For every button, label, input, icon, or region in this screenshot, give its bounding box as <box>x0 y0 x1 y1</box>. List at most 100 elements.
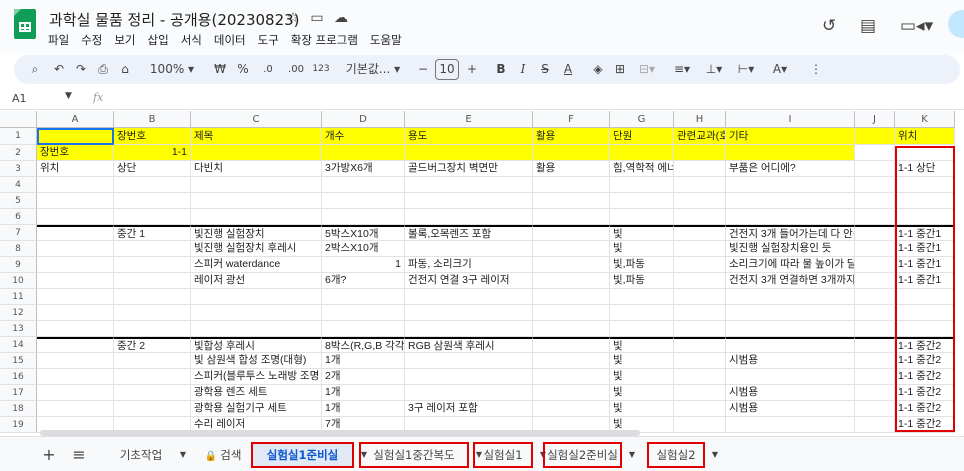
currency-format-button[interactable]: ₩ <box>213 55 227 84</box>
cell-A18[interactable] <box>37 401 114 417</box>
row-header-12[interactable]: 12 <box>0 305 37 321</box>
cell-C12[interactable] <box>191 305 322 321</box>
cell-B11[interactable] <box>114 289 191 305</box>
cell-D14[interactable]: 8박스(R,G,B 각각 <box>322 337 405 353</box>
row-header-19[interactable]: 19 <box>0 417 37 433</box>
row-header-16[interactable]: 16 <box>0 369 37 385</box>
cell-D18[interactable]: 1개 <box>322 401 405 417</box>
cell-E1[interactable]: 용도 <box>405 128 533 145</box>
column-header-D[interactable]: D <box>322 111 405 128</box>
cell-A14[interactable] <box>37 337 114 353</box>
cell-K19[interactable]: 1-1 중간2 <box>895 417 955 433</box>
comments-icon[interactable]: ▤ <box>860 16 876 36</box>
cell-I17[interactable]: 시범용 <box>726 385 855 401</box>
cell-K5[interactable] <box>895 193 955 209</box>
sheet-tab-menu-icon[interactable]: ▼ <box>627 442 637 468</box>
cell-I19[interactable] <box>726 417 855 433</box>
cell-C14[interactable]: 빛합성 후레시 <box>191 337 322 353</box>
row-header-18[interactable]: 18 <box>0 401 37 417</box>
cell-G11[interactable] <box>610 289 674 305</box>
paint-format-icon[interactable]: ⌂ <box>116 55 134 84</box>
cell-G6[interactable] <box>610 209 674 225</box>
font-size-input[interactable]: 10 <box>435 59 459 80</box>
cell-I4[interactable] <box>726 177 855 193</box>
cell-G16[interactable]: 빛 <box>610 369 674 385</box>
cell-F8[interactable] <box>533 241 610 257</box>
column-header-C[interactable]: C <box>191 111 322 128</box>
cell-G12[interactable] <box>610 305 674 321</box>
cell-E2[interactable] <box>405 145 533 161</box>
cell-F11[interactable] <box>533 289 610 305</box>
cell-E4[interactable] <box>405 177 533 193</box>
cell-G3[interactable]: 힘,역학적 에너지 <box>610 161 674 177</box>
cell-G17[interactable]: 빛 <box>610 385 674 401</box>
more-options-icon[interactable]: ⋮ <box>810 55 822 84</box>
cell-H7[interactable] <box>674 225 726 241</box>
cell-H2[interactable] <box>674 145 726 161</box>
italic-icon[interactable]: I <box>516 55 530 84</box>
cell-H18[interactable] <box>674 401 726 417</box>
cell-B5[interactable] <box>114 193 191 209</box>
cell-F16[interactable] <box>533 369 610 385</box>
cell-A8[interactable] <box>37 241 114 257</box>
cell-I12[interactable] <box>726 305 855 321</box>
cell-G13[interactable] <box>610 321 674 337</box>
cell-J12[interactable] <box>855 305 895 321</box>
cell-F18[interactable] <box>533 401 610 417</box>
cell-C7[interactable]: 빛진행 실험장치 <box>191 225 322 241</box>
cell-J7[interactable] <box>855 225 895 241</box>
cell-B12[interactable] <box>114 305 191 321</box>
menu-edit[interactable]: 수정 <box>81 32 108 48</box>
cell-J4[interactable] <box>855 177 895 193</box>
search-menus-icon[interactable]: ⌕ <box>26 55 44 84</box>
zoom-select[interactable]: 100% ▾ <box>147 55 197 84</box>
cell-D15[interactable]: 1개 <box>322 353 405 369</box>
cell-H12[interactable] <box>674 305 726 321</box>
cell-J5[interactable] <box>855 193 895 209</box>
cell-H4[interactable] <box>674 177 726 193</box>
cell-C9[interactable]: 스피커 waterdance <box>191 257 322 273</box>
cell-F12[interactable] <box>533 305 610 321</box>
sheet-tab-1[interactable]: 기초작업 <box>108 442 174 468</box>
cell-G14[interactable]: 빛 <box>610 337 674 353</box>
cell-C11[interactable] <box>191 289 322 305</box>
cell-F3[interactable]: 활용 <box>533 161 610 177</box>
row-header-7[interactable]: 7 <box>0 225 37 241</box>
sheet-tab-menu-icon[interactable]: ▼ <box>178 442 188 468</box>
cell-K15[interactable]: 1-1 중간2 <box>895 353 955 369</box>
menu-help[interactable]: 도움말 <box>370 32 408 48</box>
redo-icon[interactable]: ↷ <box>72 55 90 84</box>
cell-I11[interactable] <box>726 289 855 305</box>
cell-H9[interactable] <box>674 257 726 273</box>
increase-decimal-button[interactable]: .00 <box>284 55 308 84</box>
cell-B7[interactable]: 중간 1 <box>114 225 191 241</box>
cell-J14[interactable] <box>855 337 895 353</box>
row-header-10[interactable]: 10 <box>0 273 37 289</box>
cell-A11[interactable] <box>37 289 114 305</box>
row-header-17[interactable]: 17 <box>0 385 37 401</box>
cell-E16[interactable] <box>405 369 533 385</box>
vertical-align-icon[interactable]: ⊥▾ <box>700 55 728 84</box>
cell-C10[interactable]: 레이저 광선 <box>191 273 322 289</box>
cell-G8[interactable]: 빛 <box>610 241 674 257</box>
cell-J11[interactable] <box>855 289 895 305</box>
row-header-14[interactable]: 14 <box>0 337 37 353</box>
cell-K12[interactable] <box>895 305 955 321</box>
cell-H16[interactable] <box>674 369 726 385</box>
all-sheets-icon[interactable]: ≡ <box>70 442 88 468</box>
column-header-I[interactable]: I <box>726 111 855 128</box>
sheets-logo-icon[interactable] <box>14 9 36 39</box>
percent-format-button[interactable]: % <box>236 55 250 84</box>
cell-I9[interactable]: 소리크기에 따라 물 높이가 달라짐 <box>726 257 855 273</box>
text-wrap-icon[interactable]: ⊢▾ <box>732 55 760 84</box>
cell-I7[interactable]: 건전지 3개 들어가는데 다 안됨 <box>726 225 855 241</box>
cell-J15[interactable] <box>855 353 895 369</box>
cell-B16[interactable] <box>114 369 191 385</box>
cell-F14[interactable] <box>533 337 610 353</box>
column-header-K[interactable]: K <box>895 111 955 128</box>
cell-A9[interactable] <box>37 257 114 273</box>
print-icon[interactable]: ⎙ <box>94 55 112 84</box>
name-box-dropdown-icon[interactable]: ▼ <box>65 91 72 101</box>
cell-F17[interactable] <box>533 385 610 401</box>
cell-B6[interactable] <box>114 209 191 225</box>
